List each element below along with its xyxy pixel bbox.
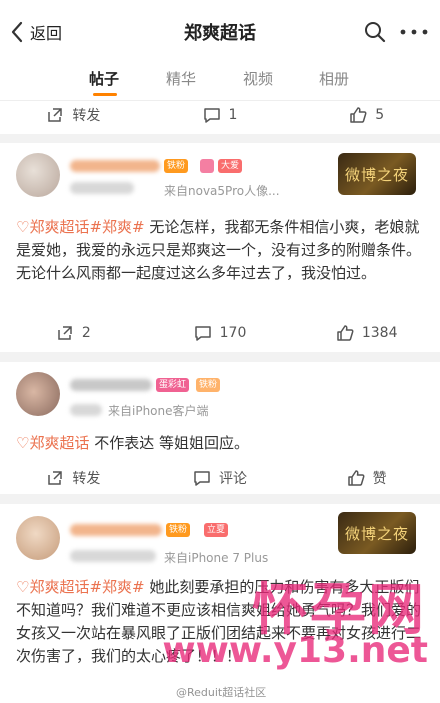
- avatar[interactable]: [16, 153, 60, 197]
- fan-badge: 铁粉: [196, 378, 221, 392]
- repost-label: 转发: [72, 471, 101, 487]
- comment-label: 评论: [219, 471, 247, 487]
- search-icon[interactable]: [364, 21, 386, 43]
- post-time: [70, 404, 102, 416]
- comment-button[interactable]: 170: [147, 315, 294, 351]
- watermark-url: www.y13.net: [162, 630, 428, 671]
- weibo-night-badge: 微博之夜: [338, 153, 416, 195]
- thumbs-up-icon: [350, 107, 367, 123]
- post-source: 来自nova5Pro人像...: [164, 184, 280, 198]
- thumbs-up-icon: [337, 325, 354, 341]
- previous-post-actions: 转发 1 5: [0, 100, 440, 134]
- weibo-night-label: 微博之夜: [344, 165, 409, 184]
- post-source: 来自iPhone 7 Plus: [164, 551, 269, 565]
- repost-count: 2: [81, 325, 91, 341]
- level-badge: 蛋彩虹: [156, 378, 190, 392]
- comment-icon: [194, 471, 210, 486]
- topic-tag[interactable]: ♡郑爽超话: [16, 434, 89, 452]
- post-content[interactable]: ♡郑爽超话#郑爽# 无论怎样，我都无条件相信小爽，老娘就是爱她，我爱的永远只是郑…: [16, 216, 424, 308]
- tab-featured[interactable]: 精华: [166, 68, 196, 89]
- comment-button[interactable]: 1: [147, 100, 294, 130]
- comment-icon: [203, 108, 220, 123]
- like-count: 1384: [361, 325, 398, 341]
- post-content[interactable]: ♡郑爽超话 不作表达 等姐姐回应。: [16, 432, 424, 456]
- avatar[interactable]: [16, 372, 60, 416]
- heart-badge: [200, 159, 214, 173]
- like-button[interactable]: 5: [293, 100, 440, 130]
- comment-button[interactable]: 评论: [147, 460, 294, 496]
- username[interactable]: [70, 160, 160, 172]
- post-time: [70, 182, 134, 194]
- vip-badge: 立夏: [204, 523, 229, 537]
- post-text: 不作表达 等姐姐回应。: [89, 434, 249, 452]
- thumbs-up-icon: [347, 470, 365, 486]
- repost-icon: [48, 471, 63, 485]
- tab-videos[interactable]: 视频: [243, 68, 273, 89]
- watermark-credit: @Reduit超话社区: [176, 686, 267, 699]
- post-time: [70, 550, 156, 562]
- post-card: 蛋彩虹 铁粉 来自iPhone客户端 ♡郑爽超话 不作表达 等姐姐回应。 转发 …: [0, 362, 440, 494]
- like-label: 赞: [372, 471, 387, 487]
- username[interactable]: [70, 379, 152, 391]
- like-count: 5: [375, 107, 385, 123]
- post-source: 来自iPhone客户端: [108, 404, 209, 418]
- username[interactable]: [70, 524, 162, 536]
- repost-button[interactable]: 转发: [0, 100, 147, 130]
- tab-bar: 帖子 精华 视频 相册: [0, 62, 440, 100]
- tab-albums[interactable]: 相册: [319, 68, 349, 89]
- tab-posts[interactable]: 帖子: [89, 68, 119, 89]
- level-badge: 铁粉: [166, 523, 191, 537]
- comment-count: 170: [219, 325, 247, 341]
- level-badge: 铁粉: [164, 159, 189, 173]
- top-bar: 返回 郑爽超话: [0, 0, 440, 62]
- topic-tag[interactable]: ♡郑爽超话#郑爽#: [16, 578, 145, 596]
- active-tab-indicator: [93, 93, 117, 96]
- comment-count: 1: [228, 107, 238, 123]
- repost-icon: [58, 326, 72, 340]
- repost-button[interactable]: 2: [0, 315, 147, 351]
- weibo-night-badge: 微博之夜: [338, 512, 416, 554]
- repost-icon: [48, 108, 63, 122]
- vip-badge: 大爱: [218, 159, 243, 173]
- like-button[interactable]: 1384: [293, 315, 440, 351]
- comment-icon: [194, 326, 211, 341]
- repost-label: 转发: [72, 108, 101, 124]
- like-button[interactable]: 赞: [293, 460, 440, 496]
- repost-button[interactable]: 转发: [0, 460, 147, 496]
- topic-tag[interactable]: ♡郑爽超话#郑爽#: [16, 218, 145, 236]
- post-card: 铁粉 大爱 来自nova5Pro人像... 微博之夜 ♡郑爽超话#郑爽# 无论怎…: [0, 143, 440, 352]
- weibo-night-label: 微博之夜: [344, 524, 409, 543]
- more-icon[interactable]: [400, 29, 428, 35]
- avatar[interactable]: [16, 516, 60, 560]
